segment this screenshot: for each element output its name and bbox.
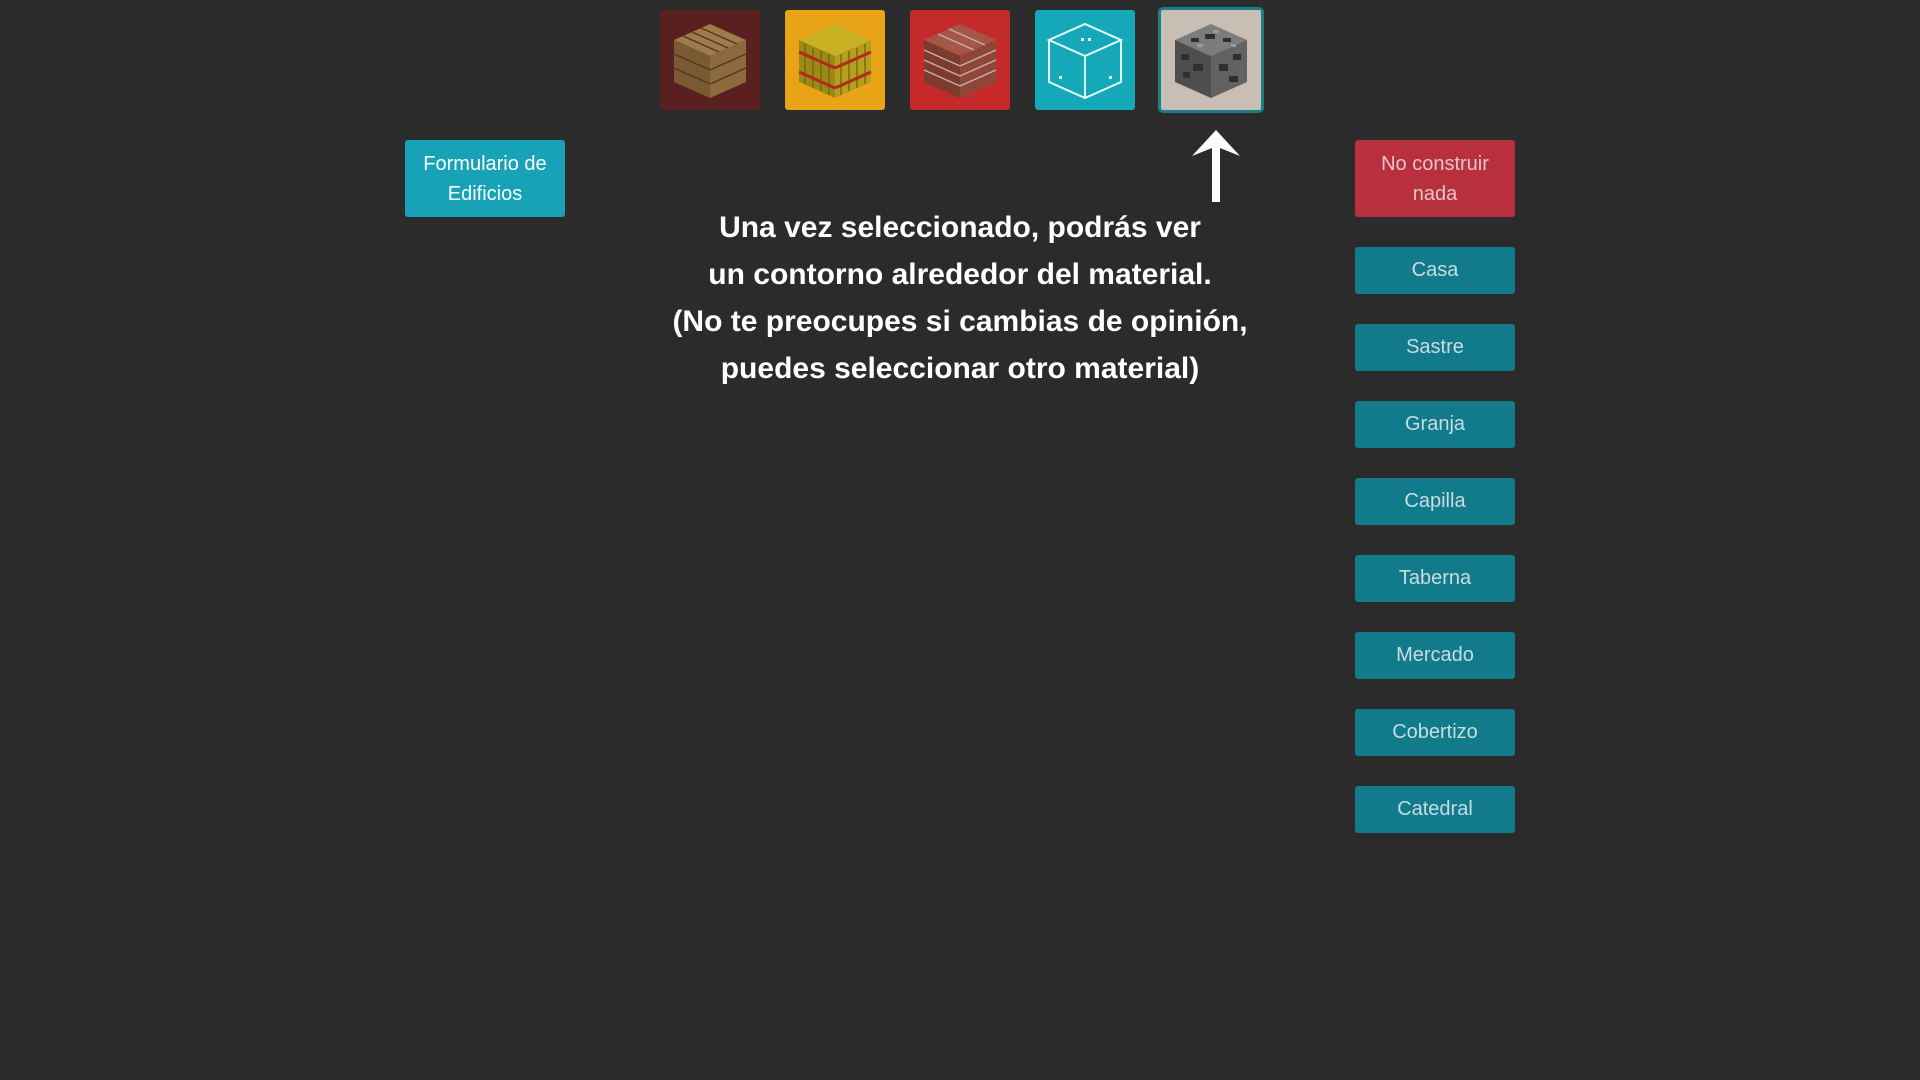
building-button-label: Casa [1411,259,1459,281]
instruction-line-1: Una vez seleccionado, podrás ver [719,211,1201,244]
building-button-granja[interactable]: Granja [1355,401,1515,448]
material-hay[interactable] [785,10,885,110]
building-button-sastre[interactable]: Sastre [1355,324,1515,371]
building-button-cobertizo[interactable]: Cobertizo [1355,709,1515,756]
instruction-text: Una vez seleccionado, podrás ver un cont… [620,204,1300,392]
building-button-catedral[interactable]: Catedral [1355,786,1515,833]
building-button-mercado[interactable]: Mercado [1355,632,1515,679]
building-form-button[interactable]: Formulario de Edificios [405,140,565,217]
building-form-button-label: Formulario de Edificios [423,152,547,205]
material-wood[interactable] [660,10,760,110]
page: Formulario de Edificios Una vez seleccio… [0,0,1920,1080]
wood-block-icon [673,24,747,98]
material-glass[interactable] [1035,10,1135,110]
hay-block-icon [798,24,872,98]
instruction-line-3: (No te preocupes si cambias de opinión, [672,305,1248,338]
building-button-taberna[interactable]: Taberna [1355,555,1515,602]
glass-block-icon [1046,22,1124,100]
instruction-line-2: un contorno alrededor del material. [708,258,1212,291]
building-button-label: Catedral [1397,798,1473,820]
material-brick[interactable] [910,10,1010,110]
brick-block-icon [923,24,997,98]
building-button-label: Taberna [1398,567,1472,589]
building-button-label: Capilla [1404,490,1466,512]
cobblestone-block-icon [1175,24,1247,98]
building-button-label: Mercado [1396,644,1474,666]
no-build-button-label: No construir nada [1381,152,1489,205]
building-button-casa[interactable]: Casa [1355,247,1515,294]
building-button-capilla[interactable]: Capilla [1355,478,1515,525]
instruction-line-4: puedes seleccionar otro material) [720,352,1200,385]
arrow-up-icon [1192,130,1240,202]
building-button-label: Cobertizo [1392,721,1478,743]
material-cobblestone[interactable] [1158,7,1264,113]
building-button-label: Sastre [1406,336,1464,358]
material-selector [660,7,1264,113]
building-button-label: Granja [1404,413,1466,435]
no-build-button[interactable]: No construir nada [1355,140,1515,217]
